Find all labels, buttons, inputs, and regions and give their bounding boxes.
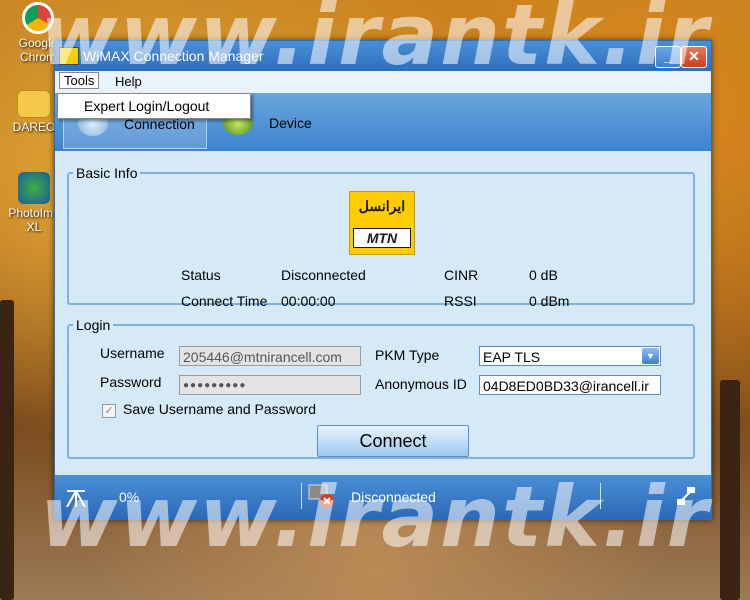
- tree-trunk: [720, 380, 740, 600]
- chevron-down-icon[interactable]: ▼: [642, 348, 659, 364]
- connect-time-value: 00:00:00: [281, 293, 336, 309]
- menu-tools[interactable]: Tools: [59, 72, 100, 89]
- logo-text-mtn: MTN: [353, 228, 411, 248]
- pkm-type-select[interactable]: EAP TLS ▼: [479, 346, 661, 366]
- antenna-icon: [66, 490, 86, 507]
- cinr-label: CINR: [444, 267, 479, 283]
- logo-text-fa: ايرانسل: [358, 198, 406, 214]
- menu-item-expert-login[interactable]: Expert Login/Logout: [84, 98, 209, 114]
- login-group: Login Username 205446@mtnirancell.com Pa…: [67, 317, 695, 459]
- basic-info-legend: Basic Info: [76, 165, 138, 181]
- connect-time-label: Connect Time: [181, 293, 268, 309]
- save-credentials-label: Save Username and Password: [123, 401, 316, 417]
- close-button[interactable]: ✕: [681, 46, 707, 68]
- status-separator: [301, 483, 302, 509]
- cinr-value: 0 dB: [529, 267, 558, 283]
- basic-info-group: Basic Info ايرانسل MTN Status Disconnect…: [67, 165, 695, 309]
- status-bar: 0% Disconnected: [55, 475, 711, 519]
- menu-bar: Tools Help: [55, 71, 711, 93]
- wimax-window: WiMAX Connection Manager _ ✕ Tools Help …: [54, 40, 712, 520]
- irancell-mtn-logo: ايرانسل MTN: [349, 191, 415, 255]
- rssi-label: RSSI: [444, 293, 477, 309]
- photoimpact-icon: [18, 172, 50, 204]
- desktop-icon-label: Google Chrom: [18, 36, 58, 64]
- status-label: Status: [181, 267, 221, 283]
- menu-help[interactable]: Help: [111, 74, 146, 89]
- status-separator: [600, 483, 601, 509]
- password-input[interactable]: ●●●●●●●●●: [179, 375, 361, 395]
- password-label: Password: [100, 374, 162, 390]
- save-credentials-checkbox[interactable]: ✓: [102, 404, 116, 418]
- status-value: Disconnected: [281, 267, 366, 283]
- username-input[interactable]: 205446@mtnirancell.com: [179, 346, 361, 366]
- anonymous-id-input[interactable]: 04D8ED0BD33@irancell.ir: [479, 375, 661, 395]
- rssi-value: 0 dBm: [529, 293, 570, 309]
- network-tray-icon[interactable]: [675, 485, 697, 507]
- content-area: Basic Info ايرانسل MTN Status Disconnect…: [55, 151, 711, 475]
- desktop-icon-label: PhotoImp XL: [8, 206, 60, 234]
- desktop-icon-label: DAREO: [12, 120, 56, 134]
- tree-trunk: [0, 300, 14, 600]
- pkm-type-value: EAP TLS: [483, 349, 541, 365]
- app-icon: [59, 47, 79, 65]
- window-title: WiMAX Connection Manager: [83, 48, 264, 64]
- pkm-type-label: PKM Type: [375, 347, 440, 363]
- tab-label: Device: [269, 115, 312, 131]
- signal-percent: 0%: [119, 489, 140, 505]
- username-label: Username: [100, 345, 165, 361]
- minimize-button[interactable]: _: [655, 46, 681, 68]
- anonymous-id-label: Anonymous ID: [375, 376, 467, 392]
- title-bar[interactable]: WiMAX Connection Manager _ ✕: [55, 41, 711, 71]
- connect-button[interactable]: Connect: [317, 425, 469, 457]
- folder-icon: [17, 90, 51, 118]
- login-legend: Login: [76, 317, 111, 333]
- network-disconnected-icon: [308, 484, 334, 508]
- chrome-icon: [22, 2, 54, 34]
- connection-status: Disconnected: [351, 489, 436, 505]
- tools-dropdown: Expert Login/Logout: [57, 93, 251, 119]
